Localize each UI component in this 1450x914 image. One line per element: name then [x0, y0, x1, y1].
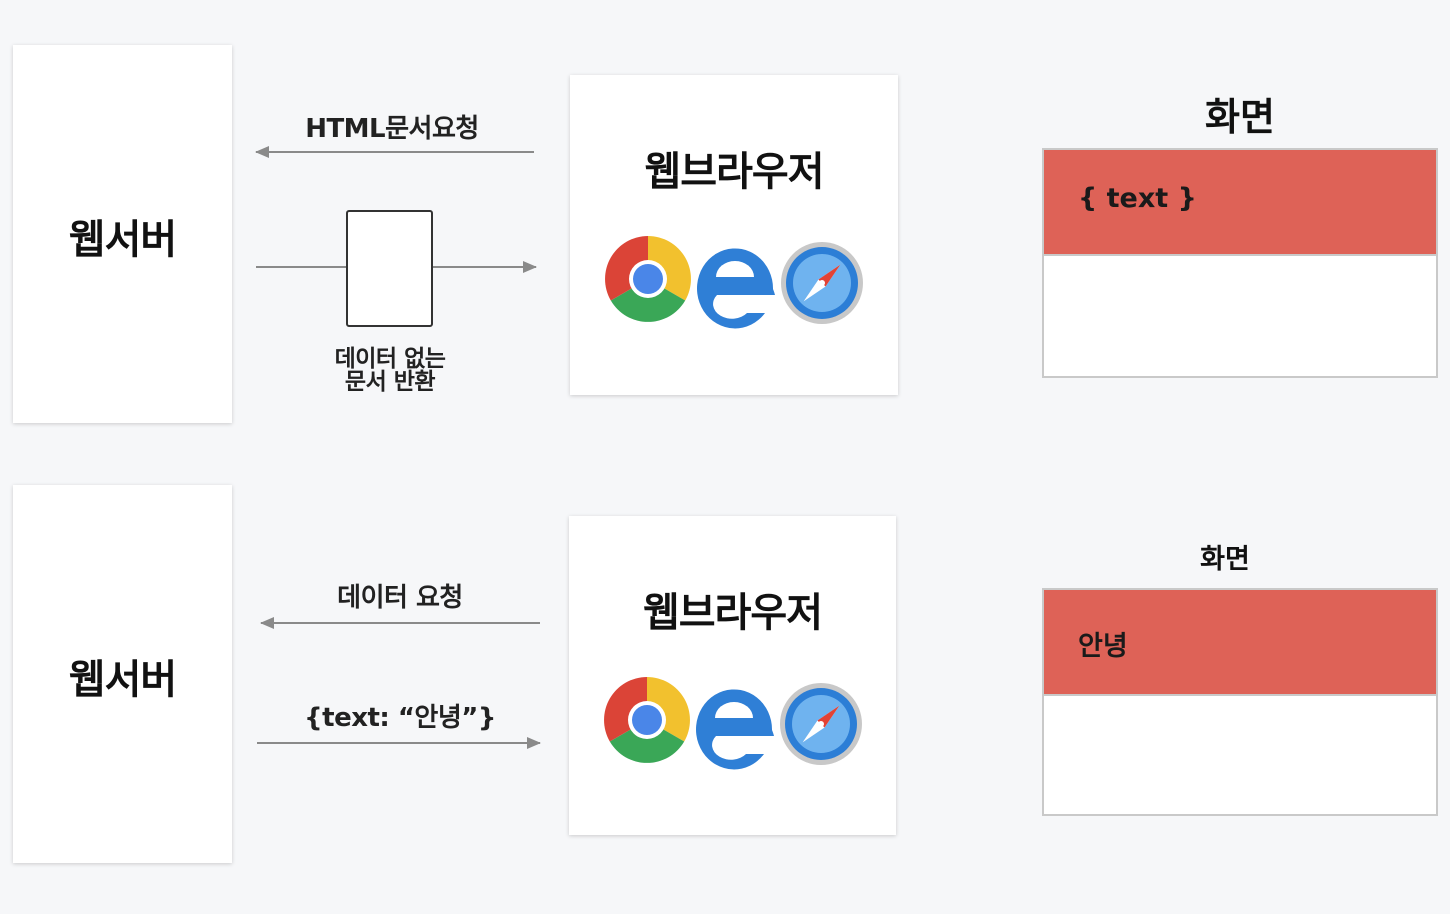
edge-icon [697, 248, 775, 329]
bottom-screen-title: 화면 [1200, 544, 1250, 575]
safari-icon [780, 683, 862, 765]
bottom-web-server-box: 웹서버 [13, 485, 232, 863]
edge-icon [696, 689, 774, 770]
chrome-icon [605, 236, 691, 322]
top-response-label-line2: 문서 반환 [344, 369, 436, 395]
top-browser-box: 웹브라우저 [570, 75, 898, 395]
browser-icons [604, 677, 862, 770]
bottom-screen-bar: 안녕 [1044, 590, 1436, 696]
top-web-server-box: 웹서버 [13, 45, 232, 423]
top-screen-title: 화면 [1205, 95, 1275, 139]
bottom-screen-bar-text: 안녕 [1078, 631, 1128, 662]
browser-icons [605, 236, 863, 329]
bottom-screen: 안녕 [1042, 588, 1438, 816]
bottom-web-server-label: 웹서버 [68, 657, 177, 703]
top-web-server-label: 웹서버 [68, 217, 177, 263]
bottom-browser-box: 웹브라우저 [569, 516, 896, 835]
top-screen-bar: { text } [1044, 150, 1436, 256]
top-request-label: HTML문서요청 [305, 114, 479, 144]
chrome-icon [604, 677, 690, 763]
top-response-label-line1: 데이터 없는 [334, 346, 446, 372]
safari-icon [781, 242, 863, 324]
bottom-response-label: {text: “안녕”} [304, 703, 496, 733]
top-screen-bar-text: { text } [1078, 183, 1197, 214]
bottom-browser-title: 웹브라우저 [643, 590, 823, 636]
empty-document-icon [346, 210, 433, 327]
bottom-request-label: 데이터 요청 [337, 583, 463, 613]
top-screen: { text } [1042, 148, 1438, 378]
top-browser-title: 웹브라우저 [644, 149, 825, 195]
